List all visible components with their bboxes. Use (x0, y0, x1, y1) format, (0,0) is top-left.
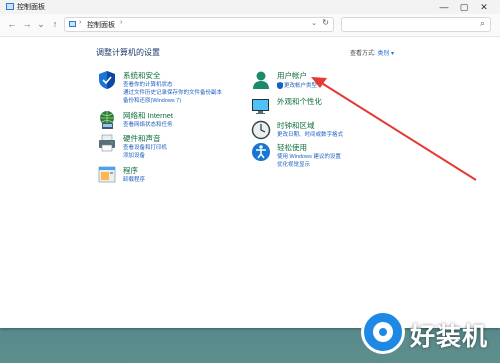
watermark-logo-icon (361, 310, 405, 354)
watermark: 好装机 (355, 300, 500, 363)
watermark-text: 好装机 (410, 322, 489, 351)
control-panel-window: 控制面板 — ▢ ✕ ← → ⌄ ↑ › 控制面板 › ⌄ ↻ ⌕ 调整计算机的… (0, 0, 500, 328)
annotation-arrow (311, 77, 477, 181)
